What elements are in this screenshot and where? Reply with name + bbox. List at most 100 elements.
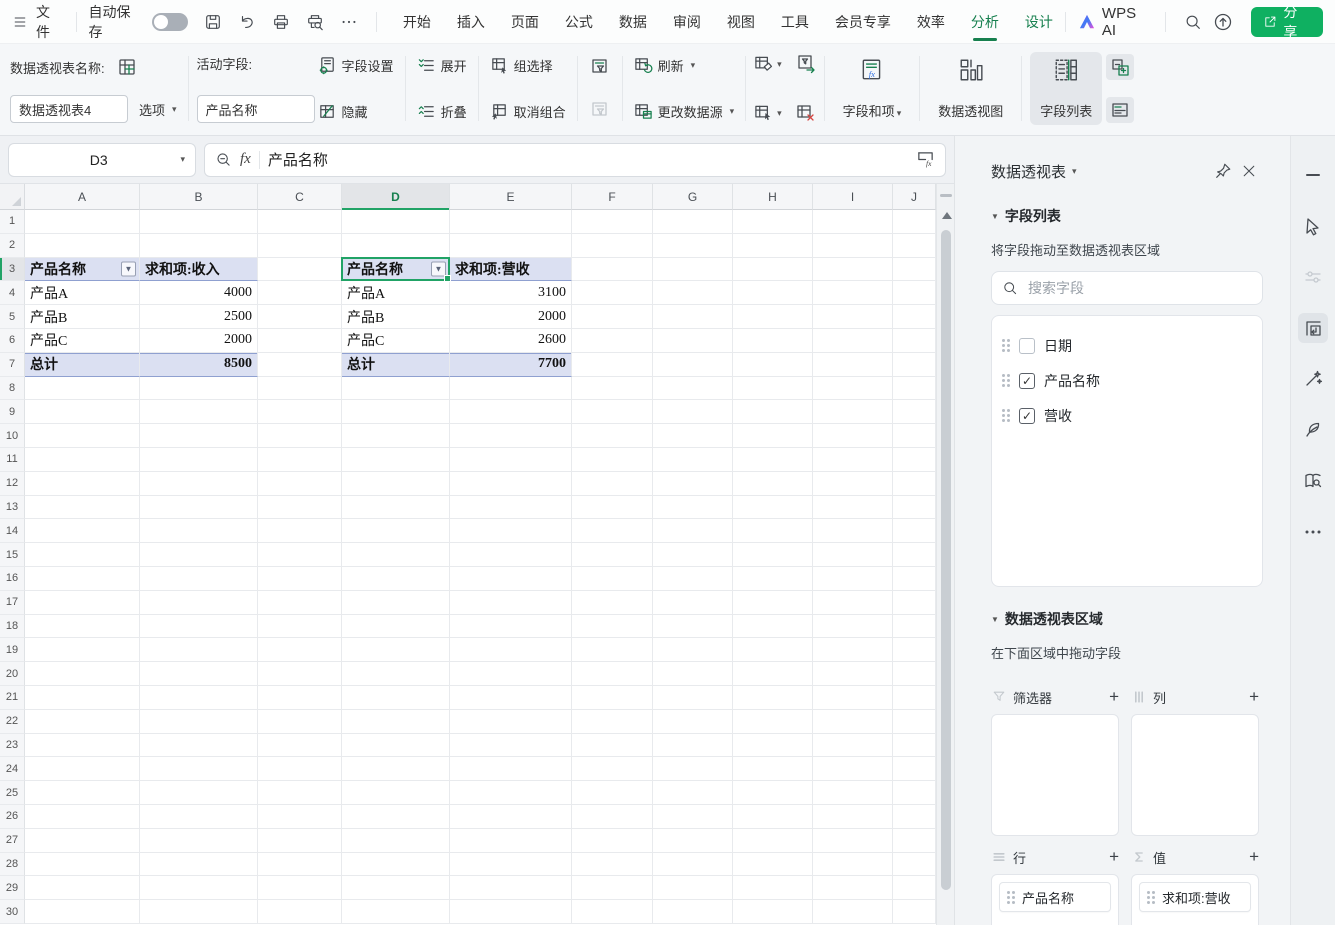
cell-E19[interactable] bbox=[450, 638, 572, 662]
cell-E1[interactable] bbox=[450, 210, 572, 234]
cell-F1[interactable] bbox=[572, 210, 653, 234]
pin-icon[interactable] bbox=[1210, 158, 1236, 184]
cell-C28[interactable] bbox=[258, 853, 342, 877]
cell-H9[interactable] bbox=[733, 400, 813, 424]
cell-D5[interactable]: 产品B bbox=[342, 305, 450, 329]
cell-H19[interactable] bbox=[733, 638, 813, 662]
cell-G7[interactable] bbox=[653, 353, 733, 377]
cell-B24[interactable] bbox=[140, 757, 258, 781]
cell-F22[interactable] bbox=[572, 710, 653, 734]
cell-I19[interactable] bbox=[813, 638, 893, 662]
cell-D8[interactable] bbox=[342, 377, 450, 401]
cell-A14[interactable] bbox=[25, 519, 140, 543]
collapse-button[interactable]: 折叠 bbox=[414, 100, 470, 123]
cell-B25[interactable] bbox=[140, 781, 258, 805]
cell-I3[interactable] bbox=[813, 258, 893, 282]
more-dots-icon[interactable] bbox=[1298, 517, 1328, 547]
drag-handle-icon[interactable] bbox=[1007, 891, 1015, 904]
cell-B8[interactable] bbox=[140, 377, 258, 401]
cell-G28[interactable] bbox=[653, 853, 733, 877]
cell-I13[interactable] bbox=[813, 496, 893, 520]
pane-title-caret-icon[interactable]: ▾ bbox=[1072, 166, 1077, 177]
cell-J22[interactable] bbox=[893, 710, 936, 734]
cell-G23[interactable] bbox=[653, 734, 733, 758]
drag-handle-icon[interactable] bbox=[1002, 339, 1010, 352]
cell-A28[interactable] bbox=[25, 853, 140, 877]
cell-E18[interactable] bbox=[450, 615, 572, 639]
cell-E3[interactable]: 求和项:营收 bbox=[450, 258, 572, 282]
cell-E17[interactable] bbox=[450, 591, 572, 615]
cell-H8[interactable] bbox=[733, 377, 813, 401]
cell-F7[interactable] bbox=[572, 353, 653, 377]
cell-F21[interactable] bbox=[572, 686, 653, 710]
menu-tab-12[interactable]: 设计 bbox=[1025, 12, 1053, 32]
sliders-icon[interactable] bbox=[1298, 262, 1328, 292]
cell-E9[interactable] bbox=[450, 400, 572, 424]
cell-I28[interactable] bbox=[813, 853, 893, 877]
cell-H2[interactable] bbox=[733, 234, 813, 258]
cell-H6[interactable] bbox=[733, 329, 813, 353]
cell-B7[interactable]: 8500 bbox=[140, 353, 258, 377]
print-icon[interactable] bbox=[266, 8, 296, 36]
cell-C30[interactable] bbox=[258, 900, 342, 924]
cell-D12[interactable] bbox=[342, 472, 450, 496]
cell-B10[interactable] bbox=[140, 424, 258, 448]
cell-F27[interactable] bbox=[572, 829, 653, 853]
cell-E27[interactable] bbox=[450, 829, 572, 853]
cell-F14[interactable] bbox=[572, 519, 653, 543]
cell-B21[interactable] bbox=[140, 686, 258, 710]
cell-I18[interactable] bbox=[813, 615, 893, 639]
cell-A5[interactable]: 产品B bbox=[25, 305, 140, 329]
filter-dropdown[interactable]: ▼ bbox=[121, 261, 136, 276]
close-pane-icon[interactable] bbox=[1236, 158, 1262, 184]
cell-A23[interactable] bbox=[25, 734, 140, 758]
cell-E5[interactable]: 2000 bbox=[450, 305, 572, 329]
cell-G3[interactable] bbox=[653, 258, 733, 282]
row-header-19[interactable]: 19 bbox=[0, 638, 25, 662]
area-dropzone[interactable] bbox=[1131, 714, 1259, 836]
cell-C20[interactable] bbox=[258, 662, 342, 686]
select-pivot-icon[interactable]: ▾ bbox=[754, 103, 782, 123]
menu-tab-1[interactable]: 开始 bbox=[403, 12, 431, 32]
menu-tab-7[interactable]: 视图 bbox=[727, 12, 755, 32]
cell-C23[interactable] bbox=[258, 734, 342, 758]
cell-J15[interactable] bbox=[893, 543, 936, 567]
cell-H20[interactable] bbox=[733, 662, 813, 686]
cell-D24[interactable] bbox=[342, 757, 450, 781]
cell-I9[interactable] bbox=[813, 400, 893, 424]
row-header-14[interactable]: 14 bbox=[0, 519, 25, 543]
cell-B2[interactable] bbox=[140, 234, 258, 258]
cell-J9[interactable] bbox=[893, 400, 936, 424]
cell-E10[interactable] bbox=[450, 424, 572, 448]
fields-items-button[interactable]: fx 字段和项▾ bbox=[833, 52, 912, 125]
cell-H27[interactable] bbox=[733, 829, 813, 853]
field-list-button[interactable]: 字段列表 bbox=[1030, 52, 1102, 125]
cursor-icon[interactable] bbox=[1298, 211, 1328, 241]
undo-icon[interactable] bbox=[232, 8, 262, 36]
cell-B27[interactable] bbox=[140, 829, 258, 853]
cell-C27[interactable] bbox=[258, 829, 342, 853]
cell-A29[interactable] bbox=[25, 876, 140, 900]
cell-H3[interactable] bbox=[733, 258, 813, 282]
split-handle[interactable] bbox=[940, 194, 952, 197]
field-checkbox[interactable]: ✓ bbox=[1019, 408, 1035, 424]
search-icon[interactable] bbox=[1178, 8, 1208, 36]
ungroup-button[interactable]: 取消组合 bbox=[487, 100, 569, 123]
cell-A30[interactable] bbox=[25, 900, 140, 924]
cell-G13[interactable] bbox=[653, 496, 733, 520]
cell-D19[interactable] bbox=[342, 638, 450, 662]
cell-B15[interactable] bbox=[140, 543, 258, 567]
row-header-23[interactable]: 23 bbox=[0, 734, 25, 758]
cell-F3[interactable] bbox=[572, 258, 653, 282]
row-header-15[interactable]: 15 bbox=[0, 543, 25, 567]
row-header-22[interactable]: 22 bbox=[0, 710, 25, 734]
cell-J30[interactable] bbox=[893, 900, 936, 924]
row-header-11[interactable]: 11 bbox=[0, 448, 25, 472]
column-header-F[interactable]: F bbox=[572, 184, 653, 210]
cell-J10[interactable] bbox=[893, 424, 936, 448]
cell-A15[interactable] bbox=[25, 543, 140, 567]
cell-H26[interactable] bbox=[733, 805, 813, 829]
row-header-7[interactable]: 7 bbox=[0, 353, 25, 377]
cell-J24[interactable] bbox=[893, 757, 936, 781]
book-search-icon[interactable] bbox=[1298, 466, 1328, 496]
